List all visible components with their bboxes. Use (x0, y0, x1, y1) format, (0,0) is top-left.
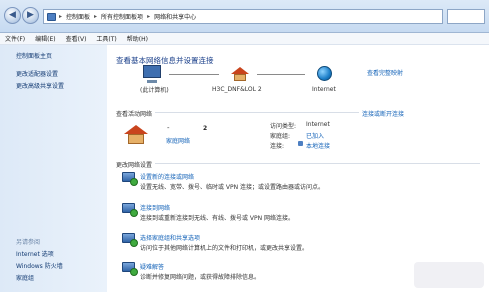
sidebar: 控制面板主页 更改适配器设置 更改高级共享设置 另请参阅 Internet 选项… (0, 45, 107, 292)
page-title: 查看基本网络信息并设置连接 (116, 56, 214, 65)
menu-tools[interactable]: 工具(T) (96, 34, 116, 43)
access-type-value: Internet (306, 121, 330, 128)
sidebar-item-advanced-sharing[interactable]: 更改高级共享设置 (16, 81, 64, 90)
internet-globe-icon (317, 66, 332, 81)
home-network-type-link[interactable]: 家庭网络 (166, 136, 190, 145)
change-settings-title: 更改网络设置 (116, 162, 153, 169)
active-networks-title: 查看活动网络 (116, 111, 153, 118)
divider (155, 112, 359, 113)
home-network-large-icon (124, 125, 148, 145)
homegroup-label: 家庭组: (270, 133, 291, 140)
map-connector-line (169, 74, 219, 75)
troubleshoot-icon (122, 262, 138, 276)
new-connection-icon (122, 172, 138, 186)
watermark-overlay (414, 262, 484, 288)
active-network-name: - (167, 124, 170, 132)
connections-label: 连接: (270, 143, 285, 150)
homegroup-sharing-desc: 访问位于其他网络计算机上的文件和打印机，或更改共享设置。 (140, 245, 309, 252)
computer-label: (此计算机) (140, 87, 169, 94)
menu-view[interactable]: 查看(V) (66, 34, 87, 43)
internet-label: Internet (312, 86, 336, 93)
connect-disconnect-link[interactable]: 连接或断开连接 (362, 109, 404, 118)
forward-arrow-icon[interactable]: ▶ (22, 7, 39, 24)
breadcrumb-separator: ▸ (147, 13, 151, 20)
breadcrumb-separator: ▸ (94, 13, 98, 20)
breadcrumb-network-center[interactable]: 网络和共享中心 (154, 12, 196, 21)
network-icon (47, 12, 56, 21)
back-arrow-icon[interactable]: ◀ (4, 7, 21, 24)
menu-help[interactable]: 帮助(H) (127, 34, 148, 43)
local-connection-icon (298, 141, 303, 146)
breadcrumb-all-items[interactable]: 所有控制面板项 (101, 12, 143, 21)
map-connector-line (257, 74, 305, 75)
full-map-link[interactable]: 查看完整映射 (367, 68, 403, 77)
sidebar-item-internet-options[interactable]: Internet 选项 (16, 249, 54, 258)
menu-file[interactable]: 文件(F) (5, 34, 25, 43)
breadcrumb-control-panel[interactable]: 控制面板 (66, 12, 90, 21)
divider (155, 163, 480, 164)
sidebar-item-homegroup[interactable]: 家庭组 (16, 273, 34, 282)
homegroup-sharing-link[interactable]: 选择家庭组和共享选项 (140, 233, 200, 242)
sidebar-item-windows-firewall[interactable]: Windows 防火墙 (16, 261, 63, 270)
breadcrumb-separator: ▸ (59, 13, 63, 20)
search-input[interactable] (447, 9, 485, 24)
address-bar: ◀ ▶ ▸ 控制面板 ▸ 所有控制面板项 ▸ 网络和共享中心 (0, 0, 489, 33)
homegroup-sharing-icon (122, 233, 138, 247)
troubleshoot-desc: 诊断并修复网络问题，或获得故障排除信息。 (140, 274, 261, 281)
computer-icon (143, 65, 161, 83)
local-connection-link[interactable]: 本地连接 (306, 141, 330, 150)
access-type-label: 访问类型: (270, 123, 297, 130)
setup-new-connection-desc: 设置无线、宽带、拨号、临时或 VPN 连接；或设置路由器或访问点。 (140, 184, 325, 191)
sidebar-item-adapter-settings[interactable]: 更改适配器设置 (16, 69, 58, 78)
active-network-number: 2 (203, 125, 208, 132)
connect-network-icon (122, 203, 138, 217)
see-also-heading: 另请参阅 (16, 239, 41, 246)
menu-edit[interactable]: 编辑(E) (35, 34, 55, 43)
connect-to-network-link[interactable]: 连接到网络 (140, 203, 170, 212)
troubleshoot-link[interactable]: 疑难解答 (140, 262, 164, 271)
main-panel: 查看基本网络信息并设置连接 查看完整映射 (此计算机) H3C_DNF&LOL … (107, 45, 489, 292)
homegroup-joined-link[interactable]: 已加入 (306, 131, 324, 140)
connect-to-network-desc: 连接到或重新连接到无线、有线、拨号或 VPN 网络连接。 (140, 215, 295, 222)
network-name-label: H3C_DNF&LOL 2 (212, 86, 262, 93)
sidebar-item-control-panel-home[interactable]: 控制面板主页 (16, 51, 52, 60)
home-network-icon (231, 67, 249, 81)
setup-new-connection-link[interactable]: 设置新的连接或网络 (140, 172, 194, 181)
menu-bar: 文件(F) 编辑(E) 查看(V) 工具(T) 帮助(H) (0, 33, 489, 45)
breadcrumb[interactable]: ▸ 控制面板 ▸ 所有控制面板项 ▸ 网络和共享中心 (43, 9, 443, 24)
